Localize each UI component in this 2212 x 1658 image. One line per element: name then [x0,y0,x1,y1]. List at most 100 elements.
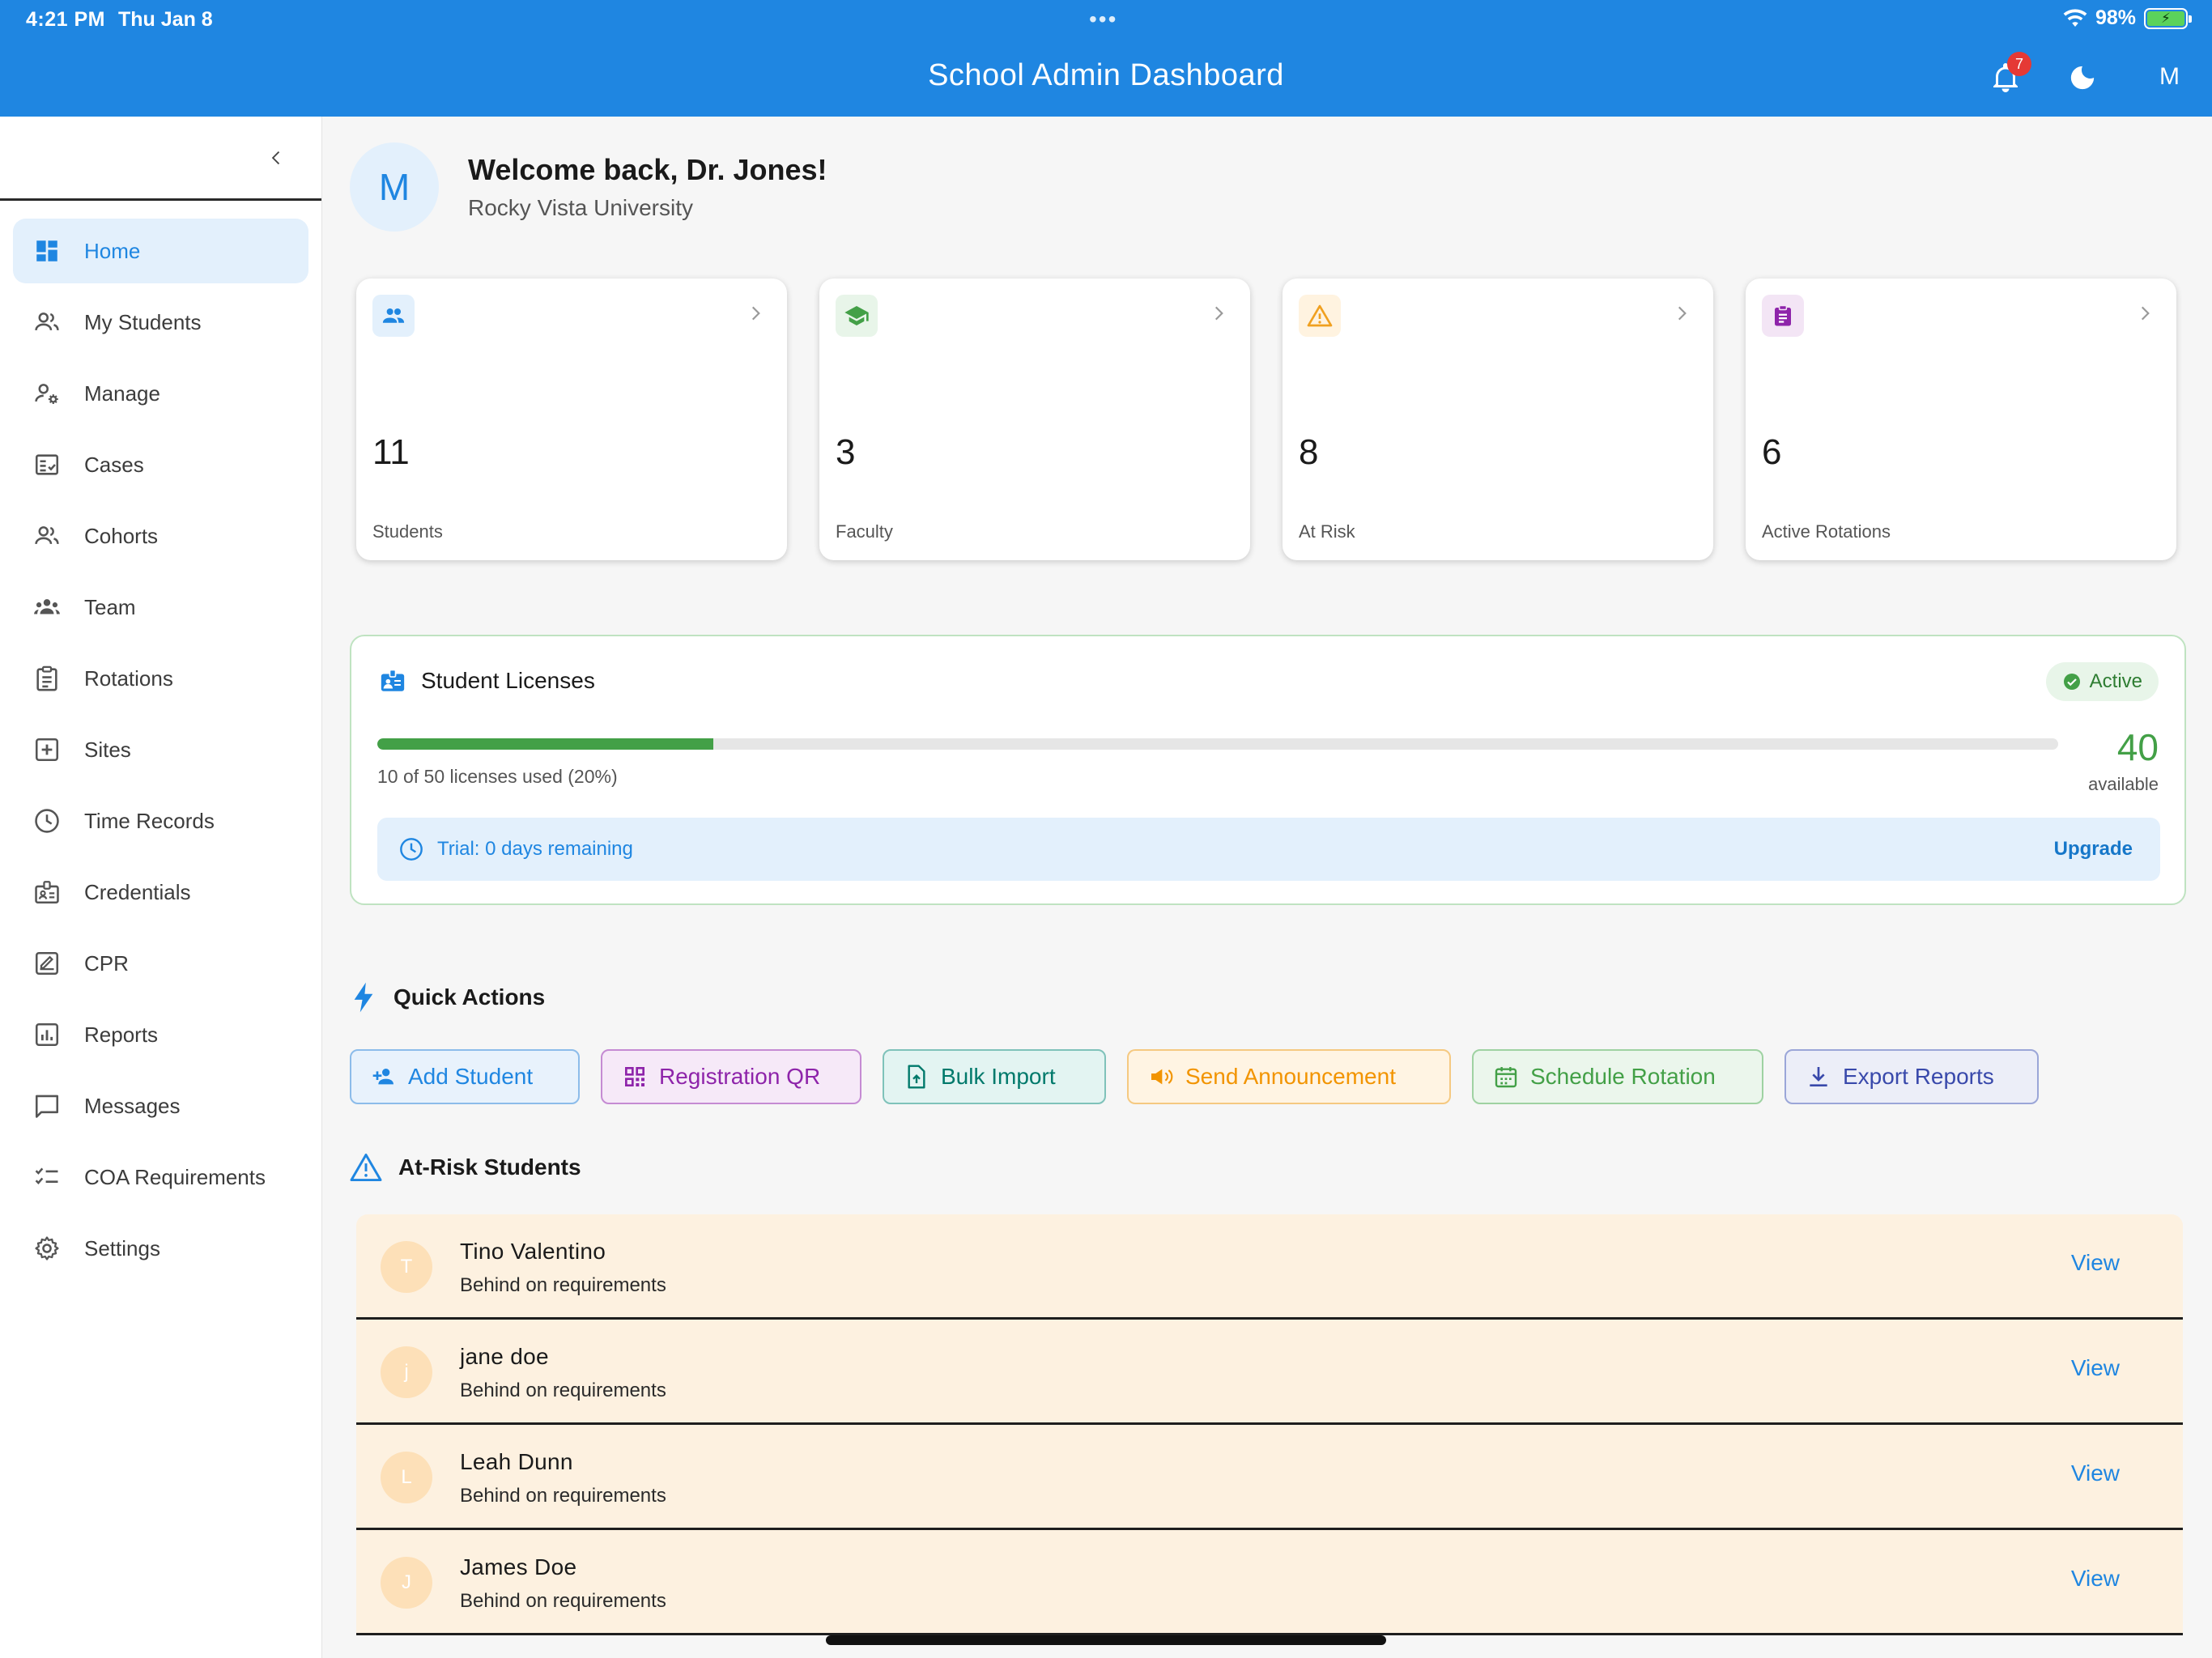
at-risk-list: T Tino Valentino Behind on requirements … [356,1214,2183,1635]
view-student-button[interactable]: View [2071,1566,2120,1592]
groups-icon [32,593,62,622]
section-title: Quick Actions [393,984,546,1010]
stat-value: 6 [1762,432,1782,472]
user-menu-avatar[interactable]: M [2159,63,2180,91]
stat-label: Students [372,521,443,542]
sidebar-item-cohorts[interactable]: Cohorts [13,504,308,568]
gear-icon [32,1234,62,1263]
bulk-import-button[interactable]: Bulk Import [883,1049,1106,1104]
at-risk-header: At-Risk Students [350,1153,581,1182]
stat-card-at-risk[interactable]: 8 At Risk [1283,278,1713,560]
assignment-icon [1762,295,1804,337]
stats-row: 11 Students 3 Faculty 8 At Risk 6 Active… [356,278,2191,560]
schedule-rotation-button[interactable]: Schedule Rotation [1472,1049,1763,1104]
battery-percent: 98% [2095,6,2136,29]
fact-check-icon [32,450,62,479]
button-label: Send Announcement [1185,1064,1396,1089]
sidebar-item-time-records[interactable]: Time Records [13,789,308,853]
sidebar-item-label: COA Requirements [84,1164,266,1189]
stat-label: Faculty [836,521,893,542]
trial-text: Trial: 0 days remaining [437,838,633,860]
button-label: Registration QR [659,1064,821,1089]
licenses-used-text: 10 of 50 licenses used (20%) [377,766,618,787]
sidebar-item-team[interactable]: Team [13,575,308,640]
add-student-button[interactable]: Add Student [350,1049,580,1104]
home-indicator[interactable] [826,1635,1386,1645]
app-title: School Admin Dashboard [928,58,1284,92]
add-box-icon [32,735,62,764]
sidebar-item-sites[interactable]: Sites [13,717,308,782]
licenses-title: Student Licenses [421,668,595,693]
sidebar-item-rotations[interactable]: Rotations [13,646,308,711]
multitasking-dots[interactable]: ••• [1089,6,1117,32]
notifications-button[interactable]: 7 [1988,52,2031,96]
stat-value: 8 [1299,432,1319,472]
stat-label: Active Rotations [1762,521,1891,542]
sidebar-item-home[interactable]: Home [13,219,308,283]
avatar: L [381,1452,432,1503]
sidebar-item-label: Reports [84,1022,159,1047]
sidebar-item-credentials[interactable]: Credentials [13,860,308,925]
view-student-button[interactable]: View [2071,1355,2120,1381]
stat-value: 3 [836,432,856,472]
sidebar-item-label: Credentials [84,879,191,904]
download-icon [1810,1067,1827,1086]
collapse-sidebar-button[interactable] [265,146,289,170]
sidebar-item-settings[interactable]: Settings [13,1216,308,1281]
stat-card-active-rotations[interactable]: 6 Active Rotations [1746,278,2176,560]
moon-icon [2070,66,2095,90]
sidebar-item-label: Sites [84,737,131,762]
status-badge-label: Active [2089,670,2142,692]
student-status: Behind on requirements [460,1380,666,1401]
sidebar-item-my-students[interactable]: My Students [13,290,308,355]
chevron-left-icon [271,151,280,165]
sidebar-item-coa-requirements[interactable]: COA Requirements [13,1145,308,1209]
sidebar-item-label: Home [84,238,141,263]
registration-qr-button[interactable]: Registration QR [601,1049,861,1104]
check-circle-icon [2063,674,2080,690]
view-student-button[interactable]: View [2071,1460,2120,1486]
student-name: Tino Valentino [460,1239,606,1264]
stat-card-students[interactable]: 11 Students [356,278,787,560]
sidebar-item-cpr[interactable]: CPR [13,931,308,996]
sidebar-item-label: Rotations [84,665,173,691]
quick-actions-header: Quick Actions [350,981,545,1014]
chevron-right-icon [751,306,760,321]
sidebar-item-reports[interactable]: Reports [13,1002,308,1067]
status-time: 4:21 PM [26,8,105,31]
sidebar-item-manage[interactable]: Manage [13,361,308,426]
export-reports-button[interactable]: Export Reports [1784,1049,2039,1104]
avatar: M [350,142,439,232]
sidebar-item-label: My Students [84,309,202,334]
sidebar-item-cases[interactable]: Cases [13,432,308,497]
badge-icon [32,878,62,907]
clock-icon [32,806,62,835]
manage-accounts-icon [32,379,62,408]
calendar-icon [1495,1067,1517,1088]
avatar: j [381,1346,432,1398]
student-status: Behind on requirements [460,1274,666,1296]
status-right: 98% ⚡ [2063,6,2192,30]
license-progress-fill [377,738,714,750]
sidebar-item-label: Cases [84,452,144,477]
student-status: Behind on requirements [460,1485,666,1507]
dark-mode-toggle[interactable] [2065,60,2100,96]
student-licenses-card: Student Licenses Active 10 of 50 license… [350,635,2186,905]
welcome-header: M Welcome back, Dr. Jones! Rocky Vista U… [350,142,827,232]
licenses-available-count: 40 [2116,726,2159,768]
send-announcement-button[interactable]: Send Announcement [1127,1049,1451,1104]
battery-icon: ⚡ [2144,7,2192,29]
sidebar-item-messages[interactable]: Messages [13,1073,308,1138]
chat-bubble-icon [32,1091,62,1120]
warning-icon [350,1153,382,1182]
sidebar-item-label: Messages [84,1093,181,1118]
file-upload-icon [908,1065,925,1089]
bolt-icon [354,982,373,1013]
view-student-button[interactable]: View [2071,1250,2120,1276]
stat-card-faculty[interactable]: 3 Faculty [819,278,1250,560]
bar-chart-icon [32,1020,62,1049]
stat-label: At Risk [1299,521,1355,542]
sidebar-item-label: Manage [84,380,160,406]
button-label: Add Student [408,1064,534,1089]
upgrade-button[interactable]: Upgrade [2054,838,2139,861]
